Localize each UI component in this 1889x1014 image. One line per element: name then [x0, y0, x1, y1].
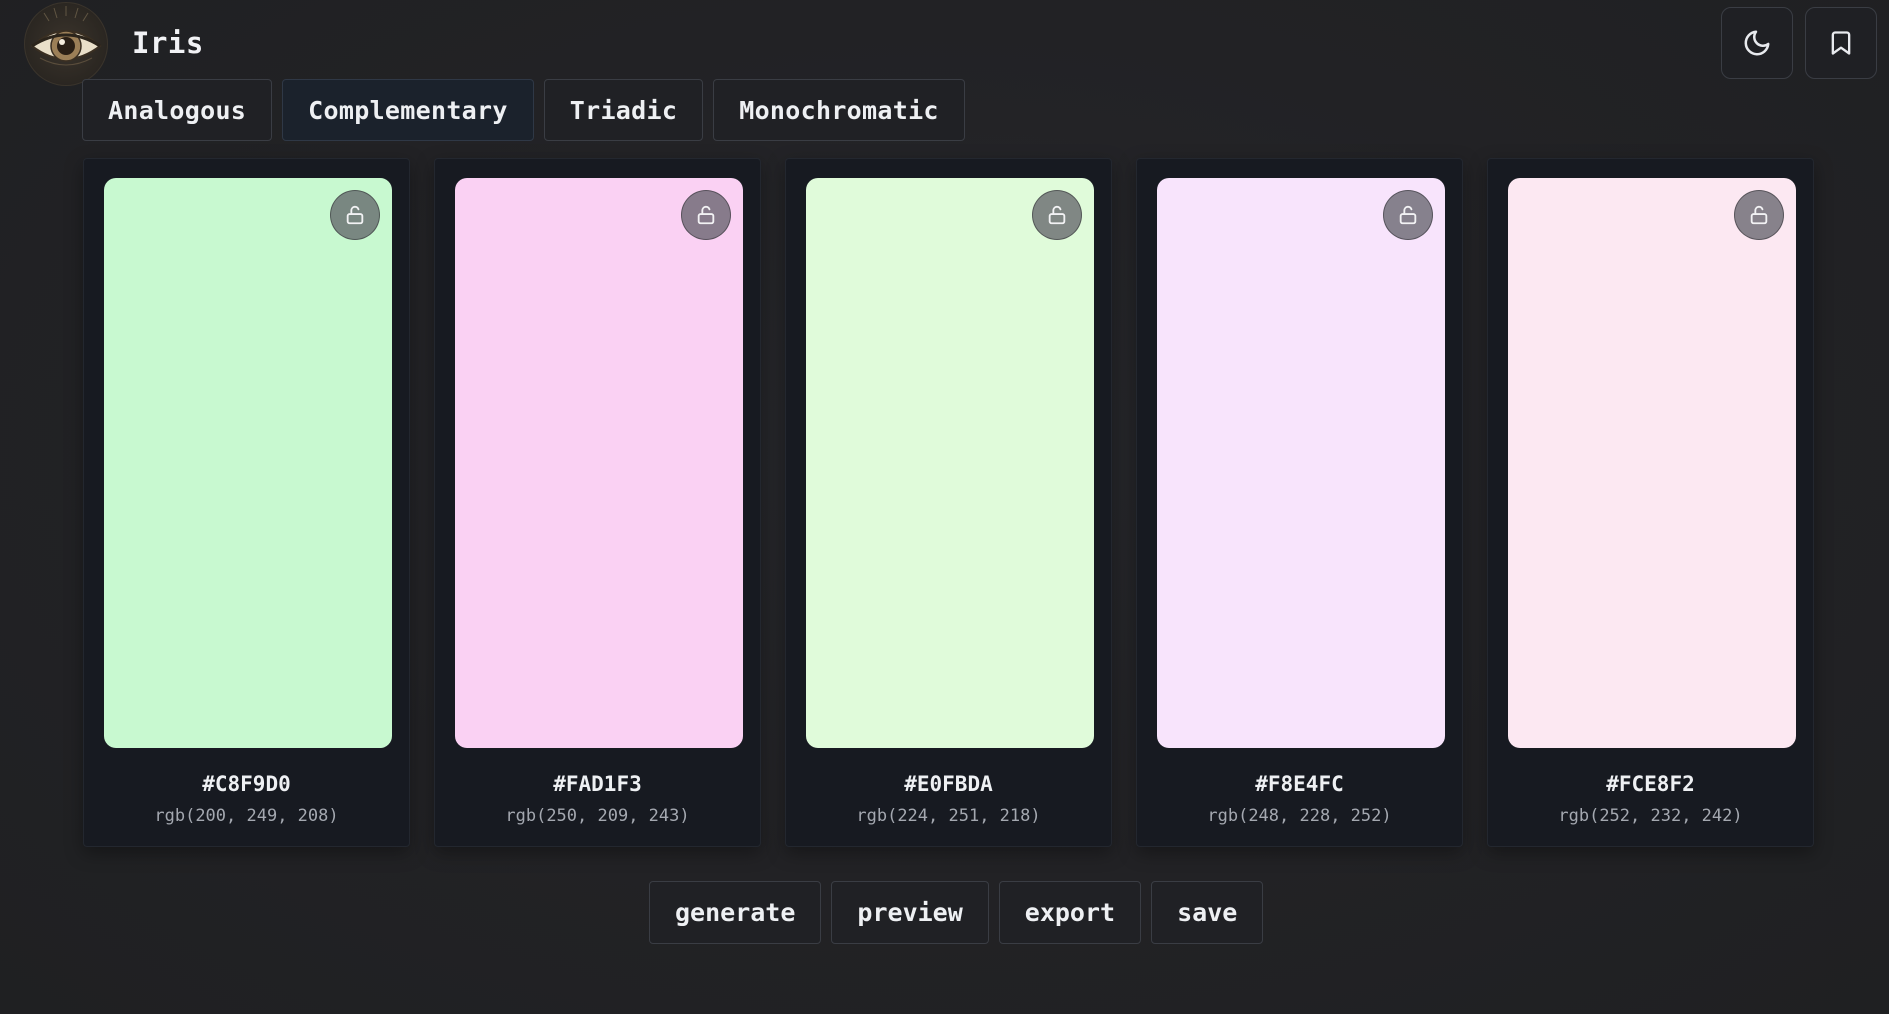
export-button[interactable]: export: [998, 881, 1142, 944]
rgb-value: rgb(252, 232, 242): [1558, 806, 1743, 826]
eye-logo-icon: [24, 2, 108, 86]
tab-complementary[interactable]: Complementary: [282, 79, 534, 141]
harmony-tabs: Analogous Complementary Triadic Monochro…: [82, 79, 965, 141]
tab-triadic[interactable]: Triadic: [543, 79, 704, 141]
color-card: #FCE8F2 rgb(252, 232, 242): [1487, 158, 1814, 847]
color-card: #E0FBDA rgb(224, 251, 218): [785, 158, 1112, 847]
save-button[interactable]: save: [1151, 881, 1264, 944]
unlock-icon: [1048, 205, 1066, 225]
palette-cards: #C8F9D0 rgb(200, 249, 208) #FAD1F3 rgb(2…: [83, 158, 1814, 847]
color-swatch[interactable]: [806, 178, 1094, 748]
unlock-icon: [1399, 205, 1417, 225]
tab-monochromatic[interactable]: Monochromatic: [713, 79, 965, 141]
generate-button[interactable]: generate: [649, 881, 822, 944]
color-card: #F8E4FC rgb(248, 228, 252): [1136, 158, 1463, 847]
unlock-icon: [346, 205, 364, 225]
lock-toggle-button[interactable]: [681, 190, 731, 240]
rgb-value: rgb(200, 249, 208): [154, 806, 339, 826]
bookmark-icon: [1831, 31, 1851, 55]
color-swatch[interactable]: [1508, 178, 1796, 748]
hex-value: #C8F9D0: [202, 772, 291, 796]
rgb-value: rgb(250, 209, 243): [505, 806, 690, 826]
hex-value: #FCE8F2: [1606, 772, 1695, 796]
unlock-icon: [1750, 205, 1768, 225]
bookmark-button[interactable]: [1805, 7, 1877, 79]
rgb-value: rgb(224, 251, 218): [856, 806, 1041, 826]
moon-icon: [1744, 30, 1770, 56]
unlock-icon: [697, 205, 715, 225]
lock-toggle-button[interactable]: [1032, 190, 1082, 240]
color-swatch[interactable]: [104, 178, 392, 748]
app-header: Iris: [0, 0, 1889, 86]
lock-toggle-button[interactable]: [1734, 190, 1784, 240]
theme-toggle-button[interactable]: [1721, 7, 1793, 79]
action-bar: generate preview export save: [649, 881, 1264, 944]
hex-value: #F8E4FC: [1255, 772, 1344, 796]
preview-button[interactable]: preview: [831, 881, 989, 944]
color-card: #FAD1F3 rgb(250, 209, 243): [434, 158, 761, 847]
lock-toggle-button[interactable]: [1383, 190, 1433, 240]
color-swatch[interactable]: [1157, 178, 1445, 748]
color-card: #C8F9D0 rgb(200, 249, 208): [83, 158, 410, 847]
rgb-value: rgb(248, 228, 252): [1207, 806, 1392, 826]
lock-toggle-button[interactable]: [330, 190, 380, 240]
color-swatch[interactable]: [455, 178, 743, 748]
tab-analogous[interactable]: Analogous: [82, 79, 273, 141]
hex-value: #E0FBDA: [904, 772, 993, 796]
app-title: Iris: [132, 26, 204, 60]
hex-value: #FAD1F3: [553, 772, 642, 796]
